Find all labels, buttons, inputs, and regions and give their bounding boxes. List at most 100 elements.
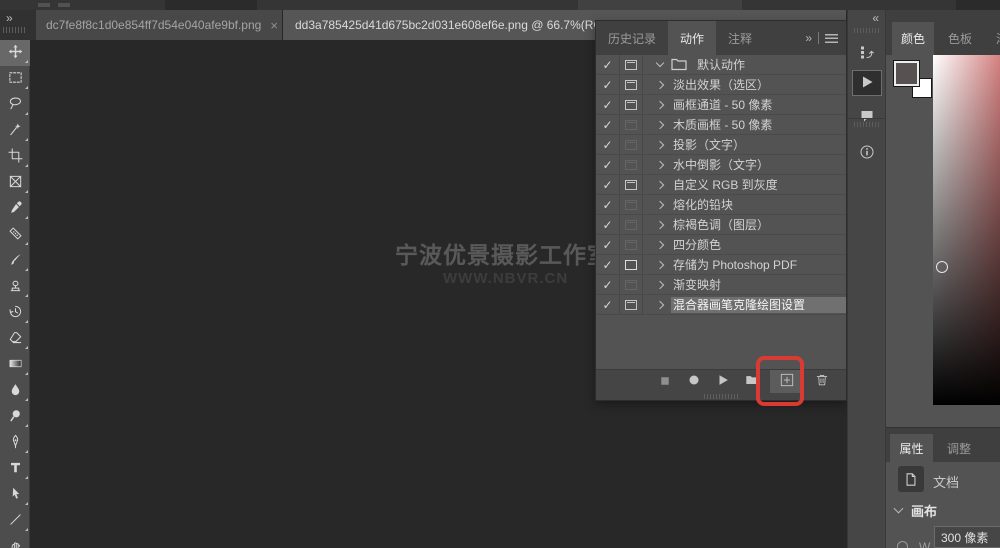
action-enabled-checkbox[interactable] bbox=[596, 135, 620, 154]
action-row[interactable]: 渐变映射 bbox=[596, 275, 846, 295]
action-dialog-toggle[interactable] bbox=[620, 175, 643, 194]
action-row[interactable]: 存储为 Photoshop PDF bbox=[596, 255, 846, 275]
tool-eyedropper[interactable] bbox=[0, 196, 30, 222]
tool-frame[interactable] bbox=[0, 170, 30, 196]
tool-gradient[interactable] bbox=[0, 352, 30, 378]
action-enabled-checkbox[interactable] bbox=[596, 275, 620, 294]
delete-button[interactable] bbox=[811, 371, 833, 393]
expand-arrow-icon[interactable] bbox=[656, 100, 664, 108]
tool-rectangular-marquee[interactable] bbox=[0, 66, 30, 92]
color-picker-marker[interactable] bbox=[936, 261, 948, 273]
action-dialog-toggle[interactable] bbox=[620, 115, 643, 134]
tool-hand[interactable] bbox=[0, 534, 30, 548]
action-dialog-toggle[interactable] bbox=[620, 75, 643, 94]
expand-arrow-icon[interactable] bbox=[656, 80, 664, 88]
props-tab-adjustments[interactable]: 调整 bbox=[936, 434, 982, 462]
tool-type[interactable] bbox=[0, 456, 30, 482]
tool-healing-brush[interactable] bbox=[0, 222, 30, 248]
dock-history[interactable] bbox=[852, 40, 882, 66]
action-dialog-toggle[interactable] bbox=[620, 95, 643, 114]
close-icon[interactable]: × bbox=[270, 18, 278, 33]
expand-arrow-icon[interactable] bbox=[656, 59, 664, 67]
toolbar-grip[interactable] bbox=[3, 27, 25, 33]
foreground-color-swatch[interactable] bbox=[893, 60, 920, 87]
tool-blur[interactable] bbox=[0, 378, 30, 404]
section-collapse-icon[interactable] bbox=[894, 504, 904, 514]
tool-eraser[interactable] bbox=[0, 326, 30, 352]
action-row[interactable]: 默认动作 bbox=[596, 55, 846, 75]
dock-info[interactable] bbox=[852, 140, 882, 166]
action-dialog-toggle[interactable] bbox=[620, 55, 643, 74]
action-enabled-checkbox[interactable] bbox=[596, 195, 620, 214]
record-button[interactable] bbox=[683, 371, 705, 393]
expand-arrow-icon[interactable] bbox=[656, 280, 664, 288]
action-enabled-checkbox[interactable] bbox=[596, 235, 620, 254]
action-dialog-toggle[interactable] bbox=[620, 195, 643, 214]
props-tab-properties[interactable]: 属性 bbox=[890, 434, 933, 462]
tool-crop[interactable] bbox=[0, 144, 30, 170]
dock-grip[interactable] bbox=[854, 28, 880, 33]
action-dialog-toggle[interactable] bbox=[620, 215, 643, 234]
panel-menu-icon[interactable] bbox=[825, 34, 838, 43]
color-tab-color[interactable]: 颜色 bbox=[892, 22, 934, 55]
panel-tab-actions[interactable]: 动作 bbox=[668, 21, 716, 55]
action-enabled-checkbox[interactable] bbox=[596, 75, 620, 94]
action-row[interactable]: 水中倒影（文字） bbox=[596, 155, 846, 175]
panel-resize-grip[interactable] bbox=[704, 394, 738, 399]
action-enabled-checkbox[interactable] bbox=[596, 95, 620, 114]
color-picker-field[interactable] bbox=[933, 55, 1000, 405]
link-dimensions-icon[interactable] bbox=[897, 541, 908, 548]
panel-tab-history[interactable]: 历史记录 bbox=[596, 21, 668, 55]
action-dialog-toggle[interactable] bbox=[620, 255, 643, 274]
tool-line[interactable] bbox=[0, 508, 30, 534]
tool-move[interactable] bbox=[0, 40, 30, 66]
tool-dodge[interactable] bbox=[0, 404, 30, 430]
action-row[interactable]: 熔化的铅块 bbox=[596, 195, 846, 215]
action-row[interactable]: 投影（文字） bbox=[596, 135, 846, 155]
action-row[interactable]: 木质画框 - 50 像素 bbox=[596, 115, 846, 135]
expand-arrow-icon[interactable] bbox=[656, 180, 664, 188]
action-enabled-checkbox[interactable] bbox=[596, 115, 620, 134]
play-button[interactable] bbox=[712, 371, 734, 393]
tool-history-brush[interactable] bbox=[0, 300, 30, 326]
tool-path-selection[interactable] bbox=[0, 482, 30, 508]
collapse-panel-icon[interactable]: » bbox=[805, 31, 812, 45]
action-row[interactable]: 淡出效果（选区） bbox=[596, 75, 846, 95]
action-enabled-checkbox[interactable] bbox=[596, 55, 620, 74]
action-dialog-toggle[interactable] bbox=[620, 235, 643, 254]
color-tab-gradients[interactable]: 渐变 bbox=[986, 22, 1000, 55]
tool-brush[interactable] bbox=[0, 248, 30, 274]
expand-arrow-icon[interactable] bbox=[656, 160, 664, 168]
action-row[interactable]: 棕褐色调（图层） bbox=[596, 215, 846, 235]
expand-arrow-icon[interactable] bbox=[656, 200, 664, 208]
panel-tab-notes[interactable]: 注释 bbox=[716, 21, 764, 55]
dock-actions[interactable] bbox=[852, 70, 882, 96]
expand-arrow-icon[interactable] bbox=[656, 260, 664, 268]
width-input[interactable]: 300 像素 bbox=[934, 526, 1000, 548]
expand-arrow-icon[interactable] bbox=[656, 240, 664, 248]
stop-button[interactable] bbox=[654, 371, 676, 393]
color-tab-swatches[interactable]: 色板 bbox=[938, 22, 982, 55]
collapse-dock-icon[interactable]: « bbox=[872, 11, 878, 25]
expand-arrow-icon[interactable] bbox=[656, 140, 664, 148]
document-tab-1[interactable]: dc7fe8f8c1d0e854ff7d54e040afe9bf.png × bbox=[36, 10, 283, 40]
action-dialog-toggle[interactable] bbox=[620, 295, 643, 314]
action-dialog-toggle[interactable] bbox=[620, 135, 643, 154]
action-enabled-checkbox[interactable] bbox=[596, 215, 620, 234]
toolbar-expand-icon[interactable]: » bbox=[6, 11, 12, 25]
tool-pen[interactable] bbox=[0, 430, 30, 456]
action-row[interactable]: 画框通道 - 50 像素 bbox=[596, 95, 846, 115]
action-enabled-checkbox[interactable] bbox=[596, 155, 620, 174]
tool-clone-stamp[interactable] bbox=[0, 274, 30, 300]
action-enabled-checkbox[interactable] bbox=[596, 255, 620, 274]
dock-grip[interactable] bbox=[854, 122, 880, 127]
tool-lasso[interactable] bbox=[0, 92, 30, 118]
action-dialog-toggle[interactable] bbox=[620, 155, 643, 174]
tool-magic-wand[interactable] bbox=[0, 118, 30, 144]
action-row[interactable]: 自定义 RGB 到灰度 bbox=[596, 175, 846, 195]
document-properties-button[interactable] bbox=[898, 466, 924, 492]
action-row[interactable]: 混合器画笔克隆绘图设置 bbox=[596, 295, 846, 315]
expand-arrow-icon[interactable] bbox=[656, 300, 664, 308]
action-enabled-checkbox[interactable] bbox=[596, 295, 620, 314]
action-enabled-checkbox[interactable] bbox=[596, 175, 620, 194]
